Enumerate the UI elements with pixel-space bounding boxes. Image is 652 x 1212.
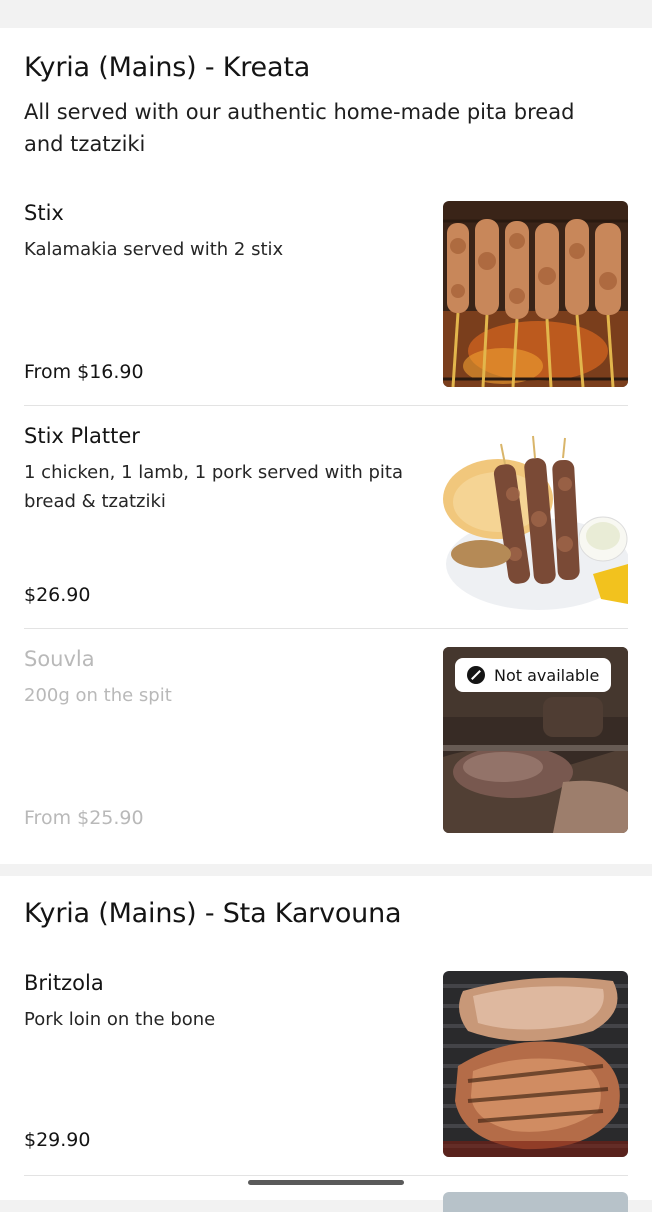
- item-name: Stix Platter: [24, 424, 140, 448]
- item-price: $26.90: [24, 584, 91, 606]
- menu-item-stix-platter[interactable]: Stix Platter 1 chicken, 1 lamb, 1 pork s…: [0, 424, 652, 629]
- menu-item-britzola[interactable]: Britzola Pork loin on the bone $29.90: [0, 971, 652, 1176]
- section-title: Kyria (Mains) - Kreata: [24, 52, 311, 83]
- section-description: All served with our authentic home-made …: [24, 100, 575, 156]
- item-name: Britzola: [24, 971, 104, 995]
- menu-item-souvla[interactable]: Souvla 200g on the spit From $25.90 Not …: [0, 647, 652, 852]
- item-description: 1 chicken, 1 lamb, 1 pork served with pi…: [24, 462, 404, 512]
- item-price: $29.90: [24, 1129, 91, 1151]
- item-image-souvla: Not available: [443, 647, 628, 833]
- item-description: 200g on the spit: [24, 685, 172, 706]
- menu-item-stix[interactable]: Stix Kalamakia served with 2 stix From $…: [0, 201, 652, 406]
- item-description: Kalamakia served with 2 stix: [24, 239, 284, 260]
- item-price: From $25.90: [24, 807, 144, 829]
- item-price: From $16.90: [24, 361, 144, 383]
- item-name: Stix: [24, 201, 64, 225]
- badge-label: Not available: [494, 665, 600, 685]
- item-image-platter: [443, 424, 628, 610]
- divider: [24, 1175, 628, 1176]
- item-image-britzola: [443, 971, 628, 1157]
- not-available-badge: Not available: [455, 658, 612, 692]
- menu-section-kreata: Kyria (Mains) - Kreata All served with o…: [0, 28, 652, 864]
- next-item-image: [443, 1192, 628, 1212]
- unavailable-icon: [467, 666, 485, 684]
- home-indicator[interactable]: [248, 1180, 404, 1185]
- menu-section-sta-karvouna: Kyria (Mains) - Sta Karvouna Britzola Po…: [0, 876, 652, 1200]
- item-image-skewers: [443, 201, 628, 387]
- item-name: Souvla: [24, 647, 95, 671]
- divider: [24, 405, 628, 406]
- item-description: Pork loin on the bone: [24, 1009, 216, 1030]
- divider: [24, 628, 628, 629]
- section-title: Kyria (Mains) - Sta Karvouna: [24, 898, 402, 929]
